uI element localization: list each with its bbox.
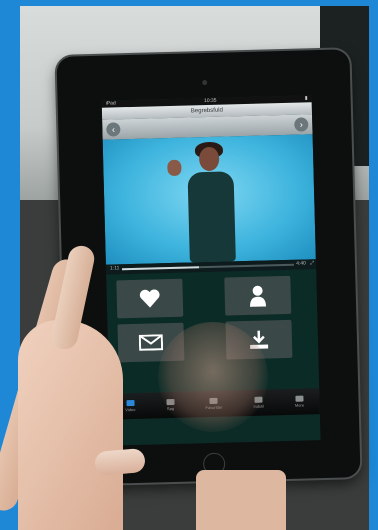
fullscreen-icon[interactable]: ⤢ (310, 260, 314, 266)
video-player[interactable] (102, 134, 316, 265)
progress-track[interactable] (122, 263, 294, 271)
signer-figure (187, 171, 236, 263)
more-icon (295, 395, 304, 402)
favorite-button[interactable] (116, 278, 184, 319)
heart-icon (139, 289, 160, 308)
signer-figure (167, 159, 182, 177)
face-reflection (158, 322, 268, 432)
tab-video[interactable]: Video (125, 399, 136, 413)
tab-more[interactable]: Mere (294, 395, 305, 408)
elapsed-time: 1:11 (109, 265, 120, 272)
photo-frame-right (369, 0, 378, 530)
video-icon (126, 399, 135, 407)
arm (196, 470, 286, 530)
app-title: Begrebsfuld (190, 107, 224, 115)
person-icon (250, 285, 267, 307)
progress-fill (122, 266, 200, 271)
next-button[interactable]: › (294, 117, 309, 132)
tab-label: Video (125, 406, 136, 413)
previous-button[interactable]: ‹ (106, 122, 121, 137)
signer-figure (198, 146, 220, 172)
envelope-icon (138, 334, 164, 351)
tab-label: Mere (294, 402, 305, 408)
hand-palm (18, 320, 123, 530)
camera-icon (202, 79, 208, 86)
profile-button[interactable] (224, 275, 292, 316)
total-time: 4:40 (296, 260, 307, 267)
